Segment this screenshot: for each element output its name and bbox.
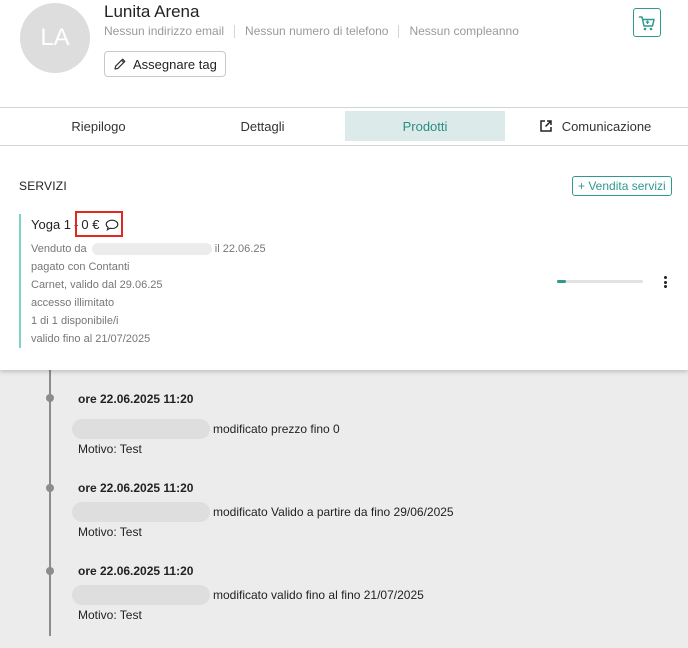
history-time: ore 22.06.2025 11:20 (78, 564, 194, 578)
sold-by-label: Venduto da (31, 243, 87, 255)
tab-riepilogo[interactable]: Riepilogo (26, 111, 171, 141)
usage-progress-bar (557, 280, 643, 283)
tab-prodotti[interactable]: Prodotti (345, 111, 505, 141)
tab-label: Comunicazione (561, 118, 652, 134)
section-title: SERVIZI (19, 179, 67, 193)
history-time: ore 22.06.2025 11:20 (78, 392, 194, 406)
history-reason: Motivo: Test (78, 608, 142, 622)
history-change: modificato Valido a partire da fino 29/0… (213, 505, 454, 519)
more-options-icon[interactable] (663, 276, 667, 288)
external-link-icon (539, 120, 552, 132)
email-info: Nessun indirizzo email (104, 24, 225, 38)
cart-button[interactable] (633, 8, 661, 37)
service-name: Yoga 1 (31, 217, 72, 232)
timeline-dot (46, 484, 54, 492)
assign-tag-label: Assegnare tag (133, 56, 217, 72)
history-user-redacted (72, 419, 210, 439)
history-user-redacted (72, 585, 210, 605)
pencil-icon (114, 58, 126, 70)
history-time: ore 22.06.2025 11:20 (78, 481, 194, 495)
timeline-line (49, 370, 51, 636)
tab-dettagli[interactable]: Dettagli (190, 111, 335, 141)
tab-bar: Riepilogo Dettagli Prodotti Comunicazion… (0, 111, 688, 141)
sold-date: il 22.06.25 (214, 243, 266, 255)
history-change: modificato prezzo fino 0 (213, 422, 340, 436)
birthday-info: Nessun compleanno (409, 24, 519, 38)
assign-tag-button[interactable]: Assegnare tag (104, 51, 226, 77)
history-reason: Motivo: Test (78, 525, 142, 539)
history-change: modificato valido fino al fino 21/07/202… (213, 588, 424, 602)
history-timeline: ore 22.06.2025 11:20 modificato prezzo f… (0, 370, 688, 648)
history-user-redacted (72, 502, 210, 522)
tab-label: Prodotti (402, 118, 448, 134)
tab-label: Riepilogo (71, 118, 126, 134)
seller-name-redacted (91, 243, 212, 256)
validity-line: Carnet, valido dal 29.06.25 (31, 279, 163, 291)
timeline-dot (46, 567, 54, 575)
avatar: LA (20, 3, 90, 73)
customer-card: LA Lunita Arena Nessun indirizzo email N… (0, 0, 688, 370)
availability-line: 1 di 1 disponibile/i (31, 315, 119, 327)
divider (398, 25, 400, 38)
valid-until-line: valido fino al 21/07/2025 (31, 333, 151, 345)
phone-info: Nessun numero di telefono (245, 24, 389, 38)
divider (0, 145, 688, 146)
usage-progress-fill (557, 280, 566, 283)
sell-services-button[interactable]: + Vendita servizi (572, 176, 672, 196)
customer-meta: Nessun indirizzo email Nessun numero di … (104, 24, 519, 38)
tab-comunicazione[interactable]: Comunicazione (520, 111, 670, 141)
avatar-initials: LA (40, 24, 70, 51)
timeline-dot (46, 394, 54, 402)
sold-by-line: Venduto da il 22.06.25 (31, 243, 266, 256)
divider (0, 107, 688, 108)
tab-label: Dettagli (240, 118, 285, 134)
service-accent-bar (19, 214, 21, 348)
access-line: accesso illimitato (31, 297, 115, 309)
divider (234, 25, 236, 38)
history-reason: Motivo: Test (78, 442, 142, 456)
price-highlight-box (75, 211, 123, 237)
customer-name: Lunita Arena (104, 2, 200, 21)
cart-icon (638, 15, 655, 30)
payment-line: pagato con Contanti (31, 261, 130, 273)
